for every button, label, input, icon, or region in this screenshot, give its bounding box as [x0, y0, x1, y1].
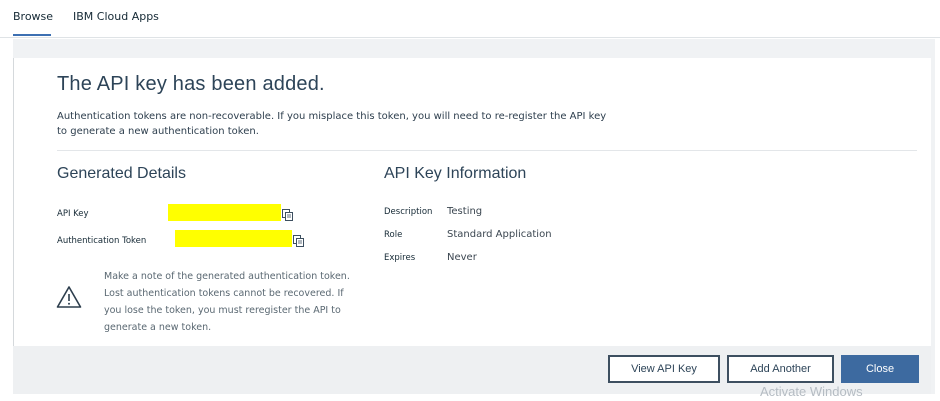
expires-label: Expires — [384, 253, 416, 263]
copy-api-key-icon[interactable] — [282, 206, 294, 221]
copy-icon — [293, 235, 304, 247]
api-key-value-redacted — [168, 204, 281, 221]
copy-icon — [282, 209, 293, 221]
view-api-key-button[interactable]: View API Key — [608, 355, 720, 383]
dialog-title: The API key has been added. — [57, 73, 325, 95]
activate-windows-watermark: Activate Windows — [760, 384, 863, 399]
dialog-right-band — [931, 39, 935, 394]
description-label: Description — [384, 207, 433, 217]
api-key-label: API Key — [57, 209, 89, 219]
dialog-description: Authentication tokens are non-recoverabl… — [57, 111, 607, 137]
copy-token-icon[interactable] — [293, 232, 305, 247]
dialog-top-band — [13, 39, 935, 58]
add-another-button[interactable]: Add Another — [727, 355, 834, 383]
section-divider — [57, 150, 917, 151]
api-key-information-heading: API Key Information — [384, 165, 527, 182]
warning-icon — [56, 285, 82, 309]
tabs-divider — [0, 37, 940, 38]
role-label: Role — [384, 230, 403, 240]
close-button[interactable]: Close — [841, 355, 919, 383]
authentication-token-label: Authentication Token — [57, 236, 147, 246]
tab-browse[interactable]: Browse — [13, 10, 53, 23]
generated-details-heading: Generated Details — [57, 165, 186, 182]
top-tabs: Browse IBM Cloud Apps — [0, 0, 940, 38]
tab-ibm-cloud-apps[interactable]: IBM Cloud Apps — [73, 10, 159, 23]
expires-value: Never — [447, 252, 477, 263]
active-tab-indicator — [13, 34, 51, 36]
warning-message: Make a note of the generated authenticat… — [104, 271, 350, 333]
authentication-token-value-redacted — [175, 230, 292, 247]
description-value: Testing — [447, 206, 483, 217]
role-value: Standard Application — [447, 229, 552, 240]
